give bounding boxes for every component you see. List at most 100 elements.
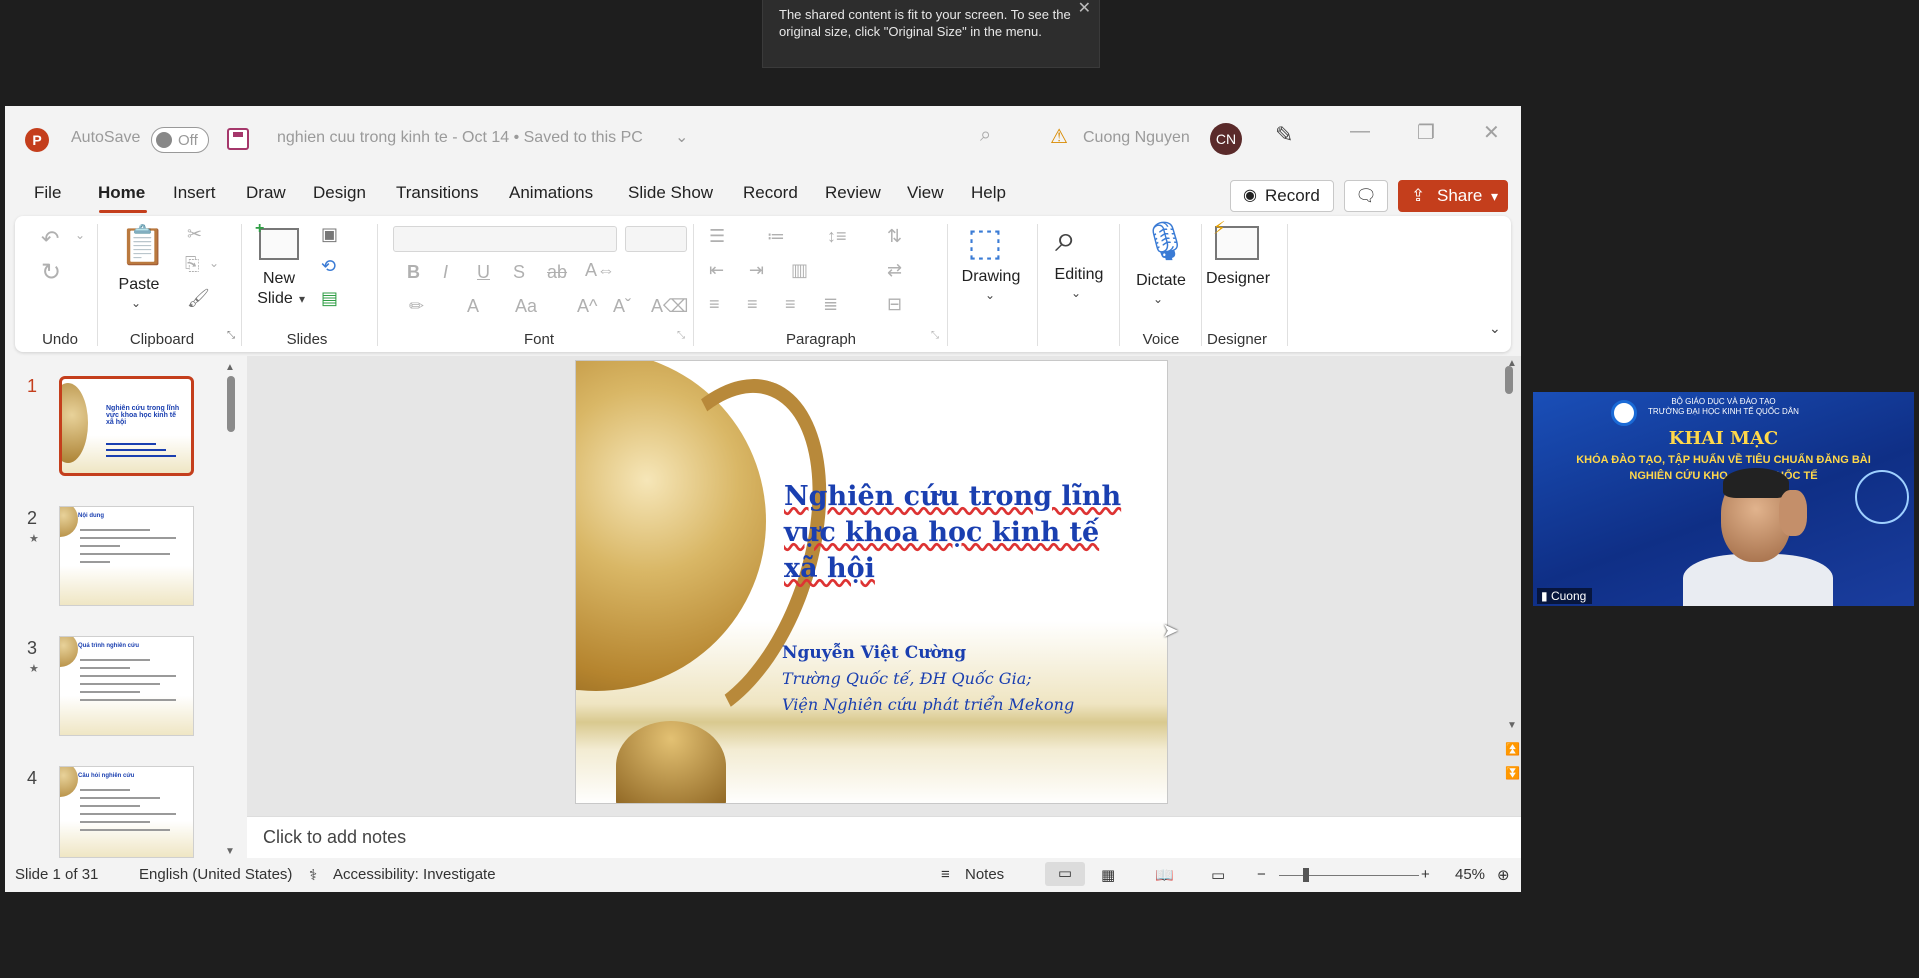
chevron-down-icon[interactable]: ⌄ (1153, 292, 1163, 306)
tab-record[interactable]: Record (743, 183, 798, 203)
slide-thumbnail-3[interactable]: Quá trình nghiên cứu (59, 636, 194, 736)
minimize-icon[interactable]: — (1350, 120, 1370, 143)
slide-thumbnail-2[interactable]: Nội dung (59, 506, 194, 606)
reading-view-icon[interactable]: 📖 (1155, 866, 1174, 884)
designer-button[interactable]: Designer (1195, 270, 1281, 288)
zoom-in-icon[interactable]: + (1421, 866, 1430, 883)
dictate-button[interactable]: Dictate (1121, 272, 1201, 290)
dialog-launcher-icon[interactable]: ⤡ (931, 330, 939, 341)
slideshow-icon[interactable]: ▭ (1211, 866, 1225, 884)
align-text-icon[interactable]: ⊟ (887, 294, 902, 315)
share-button[interactable]: ⇪ Share ▾ (1398, 180, 1508, 212)
tab-insert[interactable]: Insert (173, 183, 216, 203)
chevron-down-icon[interactable]: ⌄ (985, 288, 995, 302)
avatar[interactable]: CN (1210, 123, 1242, 155)
slide-affiliation[interactable]: Viện Nghiên cứu phát triển Mekong (782, 695, 1074, 714)
chevron-down-icon[interactable]: ▾ (299, 292, 305, 306)
increase-indent-icon[interactable]: ⇥ (749, 260, 764, 281)
normal-view-icon[interactable]: ▭ (1045, 862, 1085, 886)
tab-review[interactable]: Review (825, 183, 881, 203)
tab-help[interactable]: Help (971, 183, 1006, 203)
chevron-down-icon[interactable]: ⌄ (131, 296, 141, 310)
close-icon[interactable]: ✕ (1078, 0, 1091, 17)
scroll-down-icon[interactable]: ▼ (225, 846, 235, 857)
tab-home[interactable]: Home (98, 183, 145, 203)
user-name[interactable]: Cuong Nguyen (1083, 129, 1190, 147)
notes-pane[interactable]: Click to add notes (247, 816, 1521, 858)
slide-title[interactable]: Nghiên cứu trong lĩnh vực khoa học kinh … (784, 479, 1154, 587)
character-spacing-icon[interactable]: A⇔ (585, 260, 615, 281)
chevron-down-icon[interactable]: ⌄ (1489, 320, 1501, 337)
font-size-combobox[interactable] (625, 226, 687, 252)
close-window-icon[interactable]: ✕ (1483, 120, 1500, 145)
tab-view[interactable]: View (907, 183, 944, 203)
slide-author[interactable]: Nguyễn Việt Cường (782, 643, 966, 663)
bold-icon[interactable]: B (407, 262, 420, 283)
align-right-icon[interactable]: ≡ (785, 294, 796, 315)
scroll-up-icon[interactable]: ▲ (225, 362, 235, 373)
record-button[interactable]: ◉ Record (1230, 180, 1334, 212)
shadow-icon[interactable]: S (513, 262, 525, 283)
tab-transitions[interactable]: Transitions (396, 183, 479, 203)
redo-icon[interactable]: ↻ (41, 258, 61, 287)
text-direction-icon[interactable]: ⇄ (887, 260, 902, 281)
zoom-out-icon[interactable]: − (1257, 866, 1266, 883)
editing-button[interactable]: Editing (1039, 266, 1119, 284)
slide-thumbnail-1[interactable]: Nghiên cứu trong lĩnh vực khoa học kinh … (59, 376, 194, 476)
layout-icon[interactable]: ▣ (321, 224, 338, 245)
slide-affiliation[interactable]: Trường Quốc tế, ĐH Quốc Gia; (782, 669, 1032, 688)
fit-slide-icon[interactable]: ⊕ (1497, 866, 1510, 884)
align-left-icon[interactable]: ≡ (709, 294, 720, 315)
tab-file[interactable]: File (34, 183, 61, 203)
font-color-icon[interactable]: A (467, 296, 479, 317)
dialog-launcher-icon[interactable]: ⤡ (677, 330, 685, 341)
canvas-scrollbar[interactable] (1505, 366, 1513, 394)
copy-icon[interactable]: ⎘ (185, 254, 199, 275)
new-slide-label-1[interactable]: New (249, 270, 309, 288)
columns-icon[interactable]: ▥ (791, 260, 808, 281)
format-painter-icon[interactable]: 🖌 (187, 288, 210, 309)
decrease-font-icon[interactable]: Aˇ (613, 296, 631, 317)
restore-icon[interactable]: ❐ (1417, 120, 1435, 145)
slide-sorter-icon[interactable]: ▦ (1101, 866, 1115, 884)
participant-video[interactable]: BỘ GIÁO DỤC VÀ ĐÀO TẠO TRƯỜNG ĐẠI HỌC KI… (1533, 392, 1914, 606)
paste-button[interactable]: Paste (109, 276, 169, 294)
change-case-icon[interactable]: Aa (515, 296, 537, 317)
chevron-down-icon[interactable]: ⌄ (75, 228, 85, 242)
line-spacing-icon[interactable]: ↕≡ (827, 226, 847, 247)
clear-formatting-icon[interactable]: A⌫ (651, 296, 688, 317)
current-slide[interactable]: Nghiên cứu trong lĩnh vực khoa học kinh … (575, 360, 1168, 804)
save-icon[interactable] (227, 128, 249, 150)
scroll-down-icon[interactable]: ▼ (1507, 720, 1517, 731)
document-title[interactable]: nghien cuu trong kinh te - Oct 14 • Save… (277, 129, 643, 147)
bullets-icon[interactable]: ☰ (709, 226, 725, 247)
strikethrough-icon[interactable]: ab (547, 262, 567, 283)
decrease-indent-icon[interactable]: ⇤ (709, 260, 724, 281)
section-icon[interactable]: ▤ (321, 288, 338, 309)
zoom-slider[interactable] (1279, 875, 1419, 876)
zoom-slider-thumb[interactable] (1303, 868, 1309, 882)
dialog-launcher-icon[interactable]: ⤡ (227, 330, 235, 341)
highlight-icon[interactable]: ✏ (409, 296, 424, 317)
accessibility-status[interactable]: Accessibility: Investigate (333, 866, 496, 883)
slide-thumbnail-4[interactable]: Câu hỏi nghiên cứu (59, 766, 194, 858)
chevron-down-icon[interactable]: ⌄ (675, 127, 688, 147)
tab-animations[interactable]: Animations (509, 183, 593, 203)
align-center-icon[interactable]: ≡ (747, 294, 758, 315)
justify-icon[interactable]: ≣ (823, 294, 838, 315)
chevron-down-icon[interactable]: ⌄ (1071, 286, 1081, 300)
zoom-level[interactable]: 45% (1455, 866, 1485, 883)
pen-icon[interactable]: ✎ (1275, 122, 1293, 148)
scroll-up-icon[interactable]: ▲ (1507, 358, 1517, 369)
previous-slide-icon[interactable]: ⏫ (1505, 742, 1520, 756)
thumbnail-scrollbar[interactable] (227, 376, 235, 432)
numbering-icon[interactable]: ≔ (767, 226, 785, 247)
font-name-combobox[interactable] (393, 226, 617, 252)
increase-font-icon[interactable]: A^ (577, 296, 597, 317)
new-slide-label-2[interactable]: Slide (245, 290, 305, 308)
tab-design[interactable]: Design (313, 183, 366, 203)
drawing-button[interactable]: Drawing (951, 268, 1031, 286)
underline-icon[interactable]: U (477, 262, 490, 283)
search-icon[interactable]: ⌕ (980, 124, 991, 147)
undo-icon[interactable]: ↶ (41, 226, 59, 252)
